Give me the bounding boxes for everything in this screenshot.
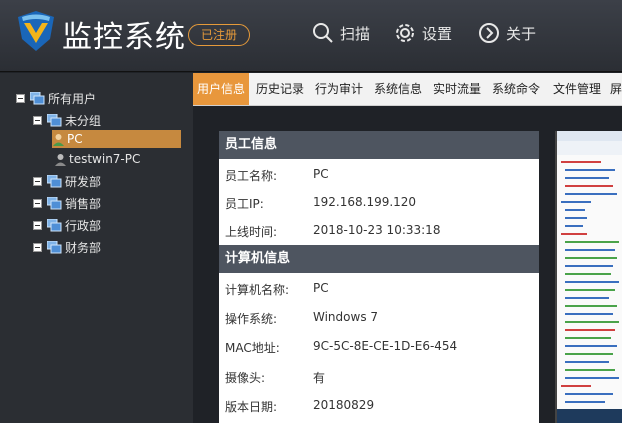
- os-label: 操作系统:: [225, 312, 278, 326]
- online-time-value: 2018-10-23 10:33:18: [313, 223, 441, 237]
- tab-behavior-audit[interactable]: 行为审计: [312, 73, 366, 105]
- collapse-icon[interactable]: [33, 220, 42, 230]
- remote-screen-thumbnail[interactable]: [555, 131, 622, 423]
- computer-name-label: 计算机名称:: [225, 283, 290, 297]
- scan-button[interactable]: 扫描: [312, 20, 370, 46]
- tree-group-label: 销售部: [65, 196, 102, 211]
- tab-history[interactable]: 历史记录: [253, 73, 307, 105]
- chevron-right-circle-icon: [479, 23, 499, 43]
- computer-group-icon: [47, 174, 62, 187]
- about-label: 关于: [506, 24, 537, 43]
- tree-root-label: 所有用户: [48, 91, 97, 106]
- settings-button[interactable]: 设置: [394, 20, 452, 46]
- mac-label: MAC地址:: [225, 341, 280, 355]
- scan-label: 扫描: [340, 24, 371, 43]
- tree-group-label: 行政部: [65, 218, 102, 233]
- gear-icon: [396, 24, 414, 42]
- tab-user-info[interactable]: 用户信息: [193, 73, 249, 105]
- about-button[interactable]: 关于: [478, 20, 536, 46]
- camera-label: 摄像头:: [225, 371, 266, 385]
- computer-section-title: 计算机信息: [219, 245, 539, 273]
- computer-group-icon: [47, 240, 62, 253]
- mac-value: 9C-5C-8E-CE-1D-E6-454: [313, 339, 458, 353]
- employee-name-label: 员工名称:: [225, 169, 278, 183]
- tree-group-rnd[interactable]: 研发部: [33, 172, 101, 190]
- tree-group-label: 财务部: [65, 240, 102, 255]
- tree-group-label: 研发部: [65, 174, 102, 189]
- search-icon: [313, 23, 333, 43]
- version-date-value: 20180829: [313, 398, 375, 412]
- registered-badge: 已注册: [188, 24, 250, 46]
- tree-user-pc[interactable]: PC: [52, 130, 181, 148]
- collapse-icon[interactable]: [16, 93, 25, 103]
- employee-ip-value: 192.168.199.120: [313, 195, 417, 209]
- tree-root-all-users[interactable]: 所有用户: [16, 89, 96, 107]
- info-panel: 员工信息 员工名称: PC 员工IP: 192.168.199.120 上线时间…: [219, 131, 539, 423]
- tab-screen[interactable]: 屏: [610, 73, 622, 105]
- computer-name-value: PC: [313, 281, 329, 295]
- shield-logo-icon: [18, 11, 54, 51]
- app-title: 监控系统: [62, 20, 186, 55]
- tab-system-command[interactable]: 系统命令: [489, 73, 543, 105]
- remote-taskbar: [557, 409, 622, 423]
- collapse-icon[interactable]: [33, 242, 42, 252]
- computer-group-icon: [47, 113, 62, 126]
- tree-group-sales[interactable]: 销售部: [33, 194, 101, 212]
- collapse-icon[interactable]: [33, 176, 42, 186]
- tree-group-label: 未分组: [65, 113, 102, 128]
- user-offline-icon: [55, 153, 66, 166]
- online-time-label: 上线时间:: [225, 225, 278, 239]
- employee-section-title: 员工信息: [219, 131, 539, 159]
- tree-group-ungrouped[interactable]: 未分组: [33, 111, 101, 129]
- computer-group-icon: [47, 196, 62, 209]
- main-tab-bar: 用户信息 历史记录 行为审计 系统信息 实时流量 系统命令 文件管理 屏: [193, 73, 622, 106]
- os-value: Windows 7: [313, 310, 379, 324]
- collapse-icon[interactable]: [33, 198, 42, 208]
- camera-value: 有: [313, 371, 326, 385]
- user-info-content: 员工信息 员工名称: PC 员工IP: 192.168.199.120 上线时间…: [193, 107, 622, 423]
- tree-group-admin[interactable]: 行政部: [33, 216, 101, 234]
- tab-realtime-traffic[interactable]: 实时流量: [430, 73, 484, 105]
- tab-file-manager[interactable]: 文件管理: [549, 73, 605, 105]
- tree-group-finance[interactable]: 财务部: [33, 238, 101, 256]
- tab-system-info[interactable]: 系统信息: [371, 73, 425, 105]
- tree-user-testwin7-pc[interactable]: testwin7-PC: [54, 150, 140, 168]
- user-tree-sidebar: 所有用户 未分组 PC testwin7-PC 研发部 销售部 行政部 财务部: [0, 73, 193, 423]
- tree-user-label: PC: [67, 132, 83, 146]
- settings-label: 设置: [422, 24, 453, 43]
- app-header: 监控系统 已注册 扫描 设置 关于: [0, 0, 622, 72]
- user-icon: [53, 133, 64, 146]
- version-date-label: 版本日期:: [225, 400, 278, 414]
- tree-user-label: testwin7-PC: [69, 152, 141, 166]
- employee-ip-label: 员工IP:: [225, 197, 264, 211]
- computer-group-icon: [47, 218, 62, 231]
- employee-name-value: PC: [313, 167, 329, 181]
- collapse-icon[interactable]: [33, 115, 42, 125]
- computer-group-icon: [30, 91, 45, 104]
